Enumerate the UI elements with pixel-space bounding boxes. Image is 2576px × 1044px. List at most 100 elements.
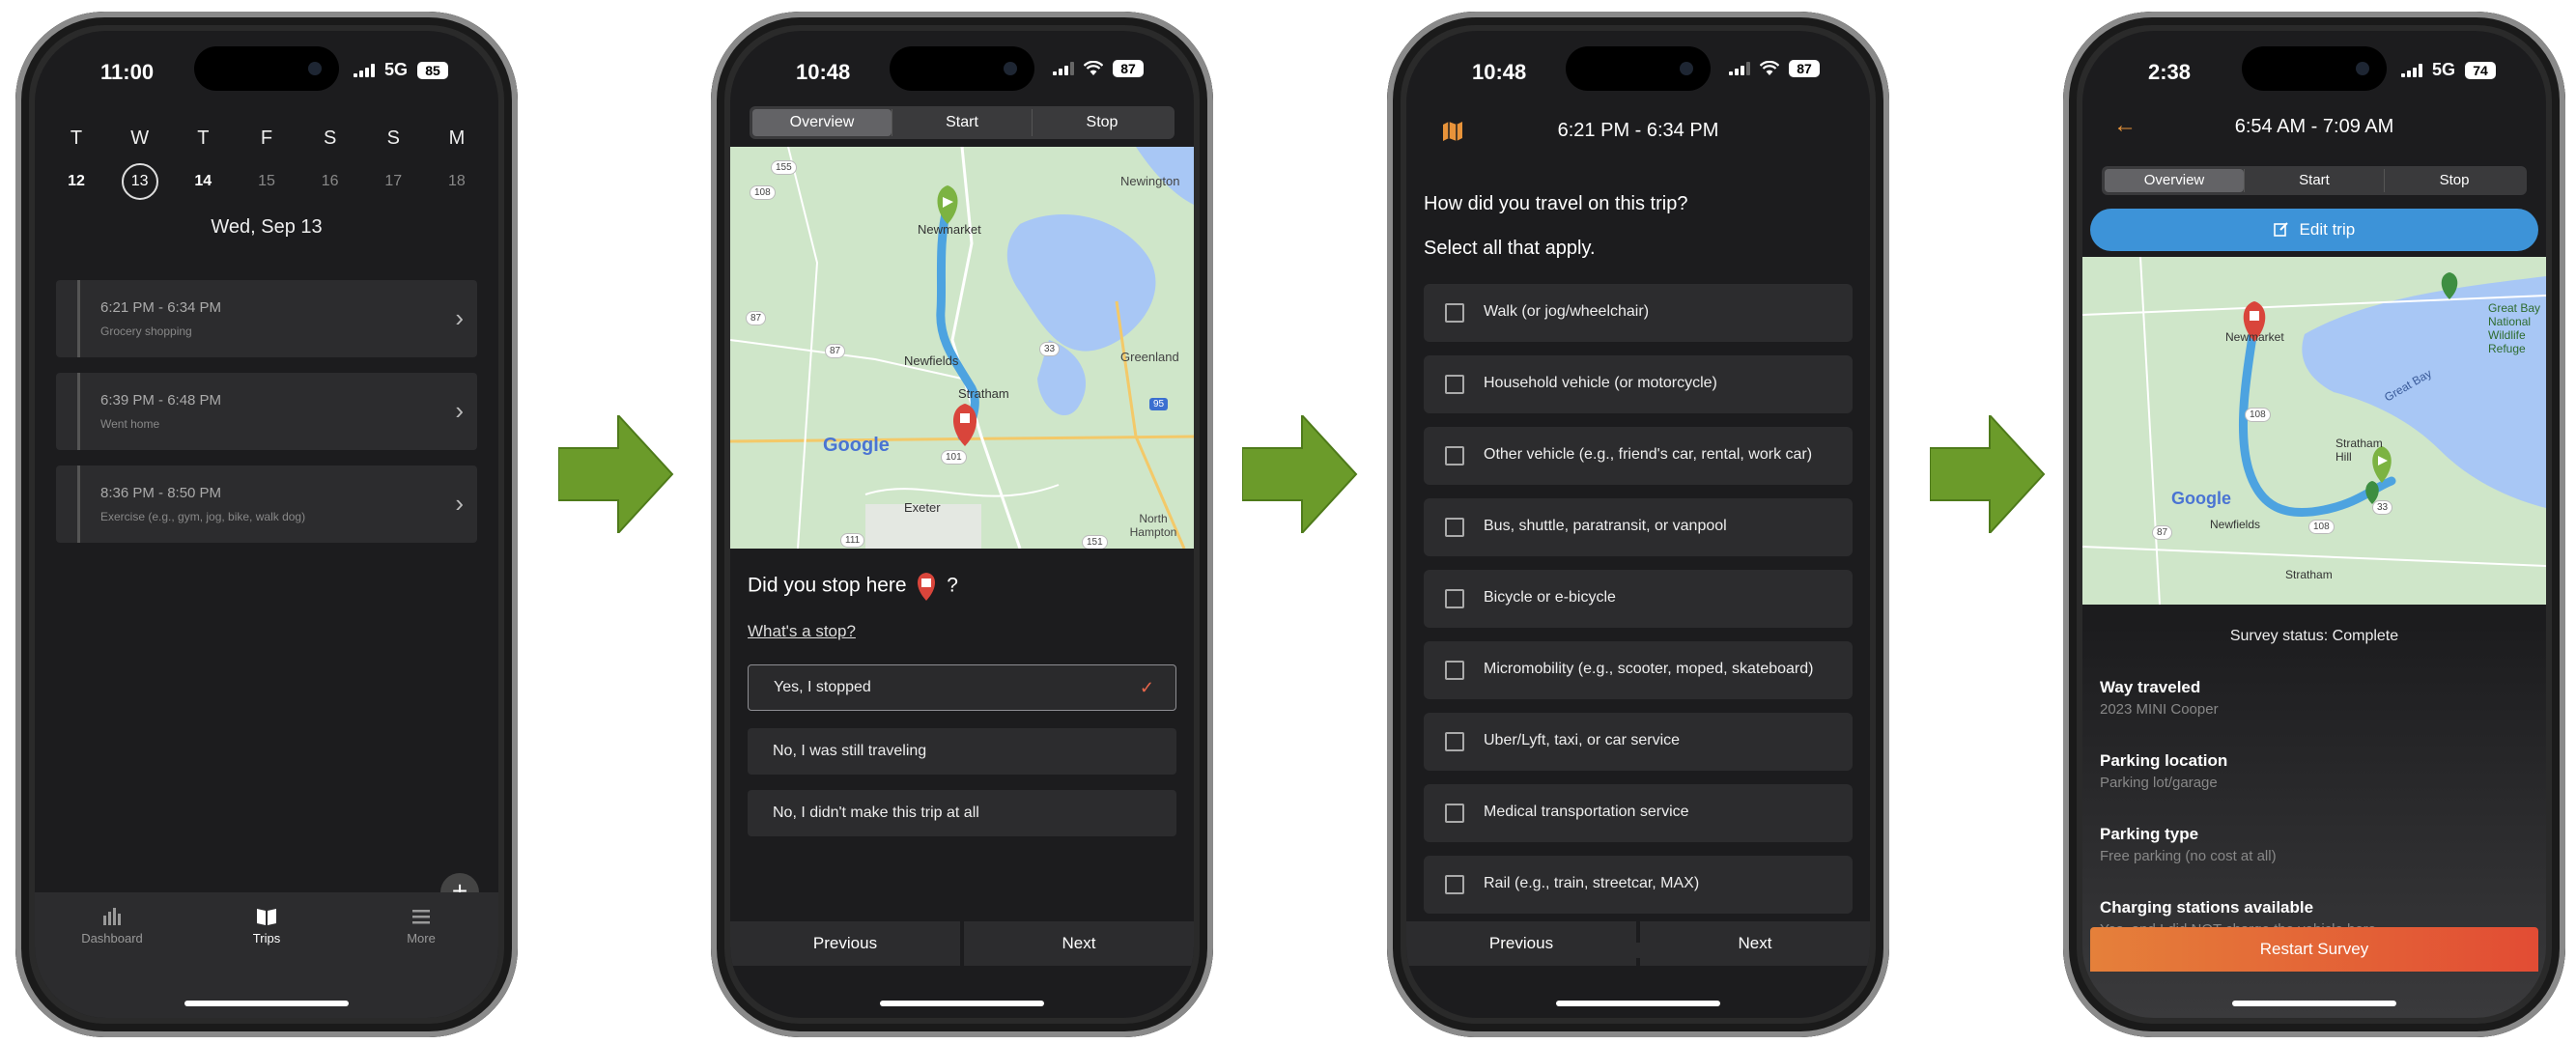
- phone-2: 10:48 87 Overview Start Stop Newington N…: [711, 12, 1213, 1037]
- day-number: 16: [321, 173, 339, 189]
- mode-option[interactable]: Uber/Lyft, taxi, or car service: [1424, 713, 1853, 771]
- tab-start[interactable]: Start: [2244, 169, 2384, 192]
- next-button[interactable]: Next: [964, 921, 1194, 966]
- home-indicator: [2232, 1001, 2396, 1006]
- map-label: Exeter: [904, 500, 941, 515]
- chevron-right-icon: ›: [455, 303, 464, 332]
- option-label: No, I was still traveling: [773, 743, 927, 759]
- mode-option[interactable]: Walk (or jog/wheelchair): [1424, 284, 1853, 342]
- day-letter: M: [448, 127, 466, 149]
- checkbox[interactable]: [1445, 375, 1464, 394]
- mode-option[interactable]: Bus, shuttle, paratransit, or vanpool: [1424, 498, 1853, 556]
- option-no-trip[interactable]: No, I didn't make this trip at all: [748, 790, 1176, 836]
- signal-icon: [2400, 63, 2422, 77]
- trip-map[interactable]: Newmarket Newfields Stratham Stratham Hi…: [2082, 257, 2546, 605]
- checkbox[interactable]: [1445, 303, 1464, 323]
- instruction-text: Select all that apply.: [1424, 238, 1596, 259]
- tab-label: Dashboard: [81, 931, 143, 945]
- battery-icon: 87: [1789, 60, 1820, 77]
- day-letter: T: [70, 127, 83, 149]
- trip-card[interactable]: 8:36 PM - 8:50 PM Exercise (e.g., gym, j…: [56, 466, 477, 543]
- chevron-right-icon: ›: [455, 396, 464, 425]
- day-number: 14: [194, 173, 212, 189]
- tab-stop[interactable]: Stop: [1032, 109, 1172, 136]
- route-shield: 108: [2245, 408, 2271, 422]
- map-label: North Hampton: [1129, 512, 1177, 539]
- day-column[interactable]: M 18: [435, 127, 479, 200]
- trips-screen: 11:00 5G 85 T 12 W 13 T 14 F 15 S 16 S 17 M 18 Wed, S…: [35, 31, 498, 1018]
- checkbox[interactable]: [1445, 518, 1464, 537]
- day-column[interactable]: S 16: [308, 127, 353, 200]
- day-column[interactable]: W 13: [118, 127, 162, 200]
- mode-option[interactable]: Other vehicle (e.g., friend's car, renta…: [1424, 427, 1853, 485]
- status-time: 10:48: [796, 60, 851, 84]
- mode-option[interactable]: Bicycle or e-bicycle: [1424, 570, 1853, 628]
- status-icons: 5G 85: [353, 60, 448, 80]
- route-shield: 108: [750, 185, 776, 200]
- checkbox[interactable]: [1445, 875, 1464, 894]
- day-column[interactable]: T 14: [181, 127, 225, 200]
- mode-label: Household vehicle (or motorcycle): [1484, 375, 1717, 391]
- route-shield: 111: [840, 533, 865, 548]
- checkbox[interactable]: [1445, 804, 1464, 823]
- mode-option[interactable]: Medical transportation service: [1424, 784, 1853, 842]
- trip-card[interactable]: 6:39 PM - 6:48 PM Went home ›: [56, 373, 477, 450]
- battery-icon: 74: [2465, 61, 2496, 79]
- mode-option[interactable]: Rail (e.g., train, streetcar, MAX): [1424, 856, 1853, 914]
- previous-button[interactable]: Previous: [730, 921, 960, 966]
- mode-option[interactable]: Household vehicle (or motorcycle): [1424, 355, 1853, 413]
- chevron-right-icon: ›: [455, 489, 464, 518]
- network-label: 5G: [383, 60, 408, 79]
- day-column[interactable]: S 17: [371, 127, 415, 200]
- trip-purpose: Grocery shopping: [100, 324, 192, 338]
- network-label: 5G: [2431, 60, 2455, 79]
- nav-buttons: Previous Next: [730, 921, 1194, 966]
- trip-card-bar: [77, 280, 80, 357]
- trip-card[interactable]: 6:21 PM - 6:34 PM Grocery shopping ›: [56, 280, 477, 357]
- day-column[interactable]: F 15: [244, 127, 289, 200]
- mode-label: Walk (or jog/wheelchair): [1484, 303, 1650, 320]
- previous-button[interactable]: Previous: [1406, 921, 1636, 966]
- edit-trip-button[interactable]: Edit trip: [2090, 209, 2538, 251]
- restart-survey-button[interactable]: Restart Survey: [2090, 927, 2538, 972]
- trip-purpose: Went home: [100, 417, 160, 431]
- trip-time-header: 6:54 AM - 7:09 AM: [2234, 116, 2394, 137]
- day-number: 18: [448, 173, 466, 189]
- status-time: 11:00: [100, 60, 155, 84]
- checkbox[interactable]: [1445, 589, 1464, 608]
- phone-1: 11:00 5G 85 T 12 W 13 T 14 F 15 S 16 S 17 M 18 Wed, S…: [15, 12, 518, 1037]
- tab-overview[interactable]: Overview: [2105, 169, 2244, 192]
- mode-option[interactable]: Micromobility (e.g., scooter, moped, ska…: [1424, 641, 1853, 699]
- checkbox[interactable]: [1445, 446, 1464, 466]
- option-label: Yes, I stopped: [774, 679, 871, 695]
- tab-start[interactable]: Start: [892, 109, 1032, 136]
- battery-icon: 85: [417, 61, 448, 79]
- mode-label: Medical transportation service: [1484, 804, 1689, 820]
- survey-status: Survey status: Complete: [2229, 628, 2399, 644]
- checkbox[interactable]: [1445, 732, 1464, 751]
- tab-dashboard[interactable]: Dashboard: [59, 906, 165, 1018]
- tab-more[interactable]: More: [368, 906, 474, 1018]
- tab-stop[interactable]: Stop: [2384, 169, 2524, 192]
- whats-a-stop-link[interactable]: What's a stop?: [748, 622, 856, 641]
- google-logo: Google: [823, 435, 890, 456]
- trip-time: 6:21 PM - 6:34 PM: [100, 299, 222, 316]
- tab-label: More: [407, 931, 436, 945]
- battery-icon: 87: [1113, 60, 1144, 77]
- stop-question: Did you stop here ?: [748, 572, 958, 601]
- home-indicator: [1556, 1001, 1720, 1006]
- option-still-traveling[interactable]: No, I was still traveling: [748, 728, 1176, 775]
- option-yes-stopped[interactable]: Yes, I stopped ✓: [748, 664, 1176, 711]
- day-letter: W: [130, 127, 150, 149]
- trip-overview-screen: 2:38 5G 74 ← 6:54 AM - 7:09 AM Overview …: [2082, 31, 2546, 1018]
- trip-map[interactable]: Newington Newmarket Newfields Greenland …: [730, 147, 1194, 549]
- google-logo: Google: [2171, 489, 2231, 508]
- status-icons: 5G 74: [2400, 60, 2496, 80]
- trip-time-header: 6:21 PM - 6:34 PM: [1557, 120, 1719, 141]
- checkbox[interactable]: [1445, 661, 1464, 680]
- day-column[interactable]: T 12: [54, 127, 99, 200]
- tab-overview[interactable]: Overview: [752, 109, 892, 136]
- trip-time: 6:39 PM - 6:48 PM: [100, 392, 222, 409]
- day-letter: S: [386, 127, 400, 149]
- next-button[interactable]: Next: [1640, 921, 1870, 966]
